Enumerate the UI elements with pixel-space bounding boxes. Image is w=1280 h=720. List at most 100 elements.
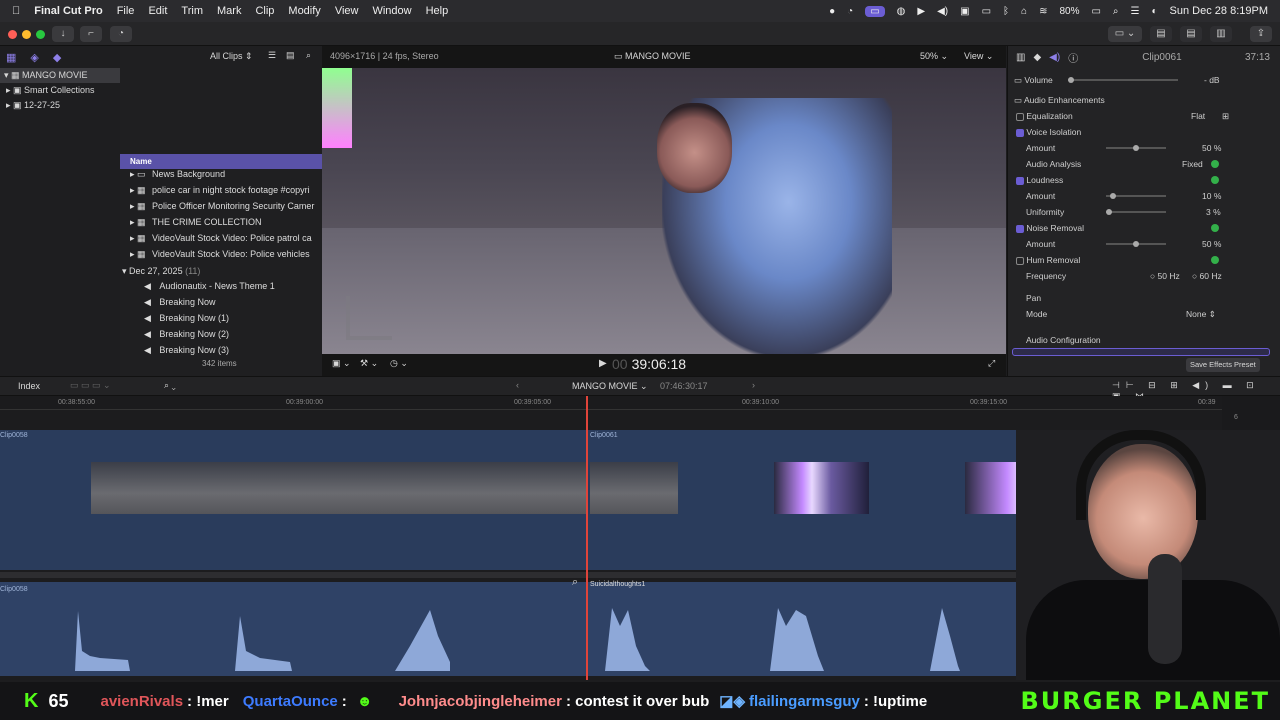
- gauge-icon[interactable]: ◔: [847, 6, 853, 17]
- list-item[interactable]: ◀ Breaking Now: [144, 294, 322, 310]
- control-center-icon[interactable]: ☰: [1131, 6, 1140, 17]
- transform-tool[interactable]: ▣ ⌄: [332, 358, 351, 369]
- volume-icon[interactable]: ◀): [937, 6, 948, 17]
- share-button[interactable]: ⇪: [1250, 26, 1272, 42]
- hum-removal-row[interactable]: Hum Removal: [1016, 252, 1274, 268]
- back-arrow-icon[interactable]: ‹: [516, 380, 519, 390]
- list-item[interactable]: ▸ ▦ police car in night stock footage #c…: [130, 182, 322, 198]
- menu-mark[interactable]: Mark: [217, 5, 241, 17]
- screen-share-icon[interactable]: ▭: [865, 5, 885, 17]
- list-item[interactable]: ▸ ▦ THE CRIME COLLECTION: [130, 214, 322, 230]
- list-item[interactable]: ▸ ▦ VideoVault Stock Video: Police patro…: [130, 230, 322, 246]
- uniformity-slider[interactable]: [1106, 209, 1166, 215]
- camera-icon[interactable]: ▣: [960, 6, 969, 17]
- browser-toggle-button[interactable]: ▤: [1150, 26, 1172, 42]
- play-button[interactable]: ▶: [599, 358, 607, 369]
- amount-slider[interactable]: [1106, 241, 1166, 247]
- display-icon[interactable]: ▭: [982, 6, 991, 17]
- sidebar-item-event[interactable]: ▸ ▣ 12-27-25: [0, 98, 120, 113]
- list-item[interactable]: ▸ ▦ VideoVault Stock Video: Police vehic…: [130, 246, 322, 262]
- row-value[interactable]: 50: [1202, 239, 1211, 249]
- enhance-tool[interactable]: ⚒ ⌄: [360, 358, 378, 369]
- connect-icon[interactable]: ▭ ▭ ▭ ⌄: [70, 380, 111, 391]
- menu-clip[interactable]: Clip: [255, 5, 274, 17]
- search-icon[interactable]: ⌕: [1113, 6, 1119, 17]
- section-header[interactable]: ▭ Audio Enhancements: [1014, 92, 1105, 108]
- amount-slider[interactable]: [1106, 193, 1166, 199]
- battery-icon[interactable]: ▭: [1091, 6, 1100, 17]
- zoom-menu[interactable]: 50% ⌄: [920, 51, 948, 62]
- list-view-icon[interactable]: ☰: [268, 50, 276, 61]
- audio-track[interactable]: Clip0058 Suicidalthoughts1: [0, 581, 1060, 676]
- clip-thumbnail[interactable]: [774, 462, 869, 514]
- amount-row[interactable]: Amount 10 %: [1016, 188, 1274, 204]
- color-inspector-icon[interactable]: ◆: [1033, 52, 1041, 63]
- amount-row[interactable]: Amount 50 %: [1016, 236, 1274, 252]
- play-icon[interactable]: ▶: [917, 6, 925, 17]
- bluetooth-icon[interactable]: ᛒ: [1003, 6, 1009, 17]
- audio-config-row[interactable]: [1012, 348, 1270, 356]
- menu-file[interactable]: File: [117, 5, 135, 17]
- slider-knob[interactable]: [1110, 193, 1116, 199]
- menu-edit[interactable]: Edit: [148, 5, 167, 17]
- sidebar-item-smart-collections[interactable]: ▸ ▣ Smart Collections: [0, 83, 120, 98]
- import-button[interactable]: ↓: [52, 26, 74, 42]
- voice-isolation-checkbox[interactable]: [1016, 128, 1024, 137]
- menu-window[interactable]: Window: [372, 5, 411, 17]
- layout-button[interactable]: ▭ ⌄: [1108, 26, 1142, 42]
- titles-icon[interactable]: ◆: [53, 51, 61, 64]
- minimize-window-button[interactable]: [22, 30, 31, 39]
- hum-removal-checkbox[interactable]: [1016, 256, 1024, 265]
- slider-knob[interactable]: [1106, 209, 1112, 215]
- noise-removal-row[interactable]: Noise Removal: [1016, 220, 1274, 236]
- menu-help[interactable]: Help: [426, 5, 449, 17]
- lock-icon[interactable]: ⌂: [1021, 6, 1027, 17]
- video-inspector-icon[interactable]: ▥: [1016, 52, 1025, 63]
- background-tasks-button[interactable]: ◔: [110, 26, 132, 42]
- globe-icon[interactable]: ◍: [897, 6, 906, 17]
- row-value[interactable]: 50: [1202, 143, 1211, 153]
- clip-appearance-icon[interactable]: ▤: [286, 50, 295, 61]
- library-item[interactable]: ▾ ▦ MANGO MOVIE: [0, 68, 120, 83]
- uniformity-row[interactable]: Uniformity 3 %: [1016, 204, 1274, 220]
- zoom-icon[interactable]: ⌕ ⌄: [164, 380, 176, 391]
- project-title[interactable]: MANGO MOVIE ⌄: [572, 381, 648, 392]
- forward-arrow-icon[interactable]: ›: [752, 380, 755, 390]
- loudness-checkbox[interactable]: [1016, 176, 1024, 185]
- list-item[interactable]: ◀ Breaking Now (2): [144, 326, 322, 342]
- loudness-row[interactable]: Loudness: [1016, 172, 1274, 188]
- siri-icon[interactable]: ◐: [1152, 6, 1158, 17]
- menu-view[interactable]: View: [335, 5, 359, 17]
- list-item[interactable]: ◀ Breaking Now (1): [144, 310, 322, 326]
- equalization-row[interactable]: Equalization Flat ⊞: [1016, 108, 1274, 124]
- eq-value[interactable]: Flat: [1191, 108, 1205, 124]
- apple-icon[interactable]: : [12, 5, 20, 17]
- voice-isolation-row[interactable]: Voice Isolation: [1016, 124, 1274, 140]
- frequency-row[interactable]: Frequency ○ 50 Hz ○ 60 Hz: [1016, 268, 1274, 284]
- clip-thumbnail[interactable]: [91, 462, 586, 514]
- amount-slider[interactable]: [1106, 145, 1166, 151]
- zoom-window-button[interactable]: [36, 30, 45, 39]
- volume-slider[interactable]: [1068, 77, 1178, 83]
- row-value[interactable]: 3: [1206, 207, 1211, 217]
- search-icon[interactable]: ⌕: [306, 50, 311, 61]
- row-value[interactable]: 10: [1202, 191, 1211, 201]
- pan-mode-row[interactable]: Mode None ⇕: [1026, 306, 1266, 322]
- timeline-ruler[interactable]: 00:38:55:00 00:39:00:00 00:39:05:00 00:3…: [0, 396, 1222, 410]
- frequency-60-option[interactable]: 60: [1200, 271, 1209, 281]
- record-icon[interactable]: ●: [829, 6, 835, 17]
- index-button[interactable]: Index: [18, 381, 40, 391]
- all-clips-filter[interactable]: All Clips ⇕: [210, 51, 253, 62]
- slider-knob[interactable]: [1133, 145, 1139, 151]
- photos-icon[interactable]: ◈: [30, 51, 38, 64]
- info-inspector-icon[interactable]: ⓘ: [1068, 50, 1078, 65]
- wifi-icon[interactable]: ≋: [1039, 6, 1047, 17]
- list-item[interactable]: ◀ Audionautix - News Theme 1: [144, 278, 322, 294]
- list-item[interactable]: ◀ Breaking Now (3): [144, 342, 322, 358]
- slider-knob[interactable]: [1133, 241, 1139, 247]
- frequency-50-option[interactable]: 50: [1158, 271, 1167, 281]
- mode-value[interactable]: None: [1186, 309, 1206, 319]
- amount-row[interactable]: Amount 50 %: [1016, 140, 1274, 156]
- audio-inspector-icon[interactable]: ◀): [1049, 52, 1060, 63]
- clip-thumbnail[interactable]: [590, 462, 678, 514]
